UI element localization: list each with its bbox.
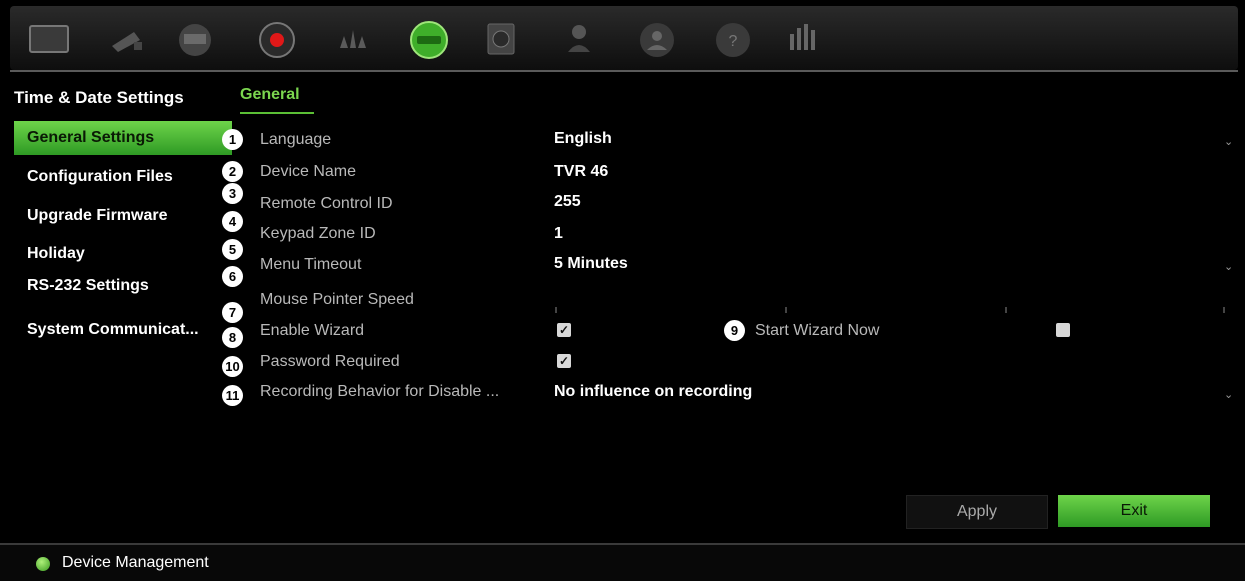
exit-icon[interactable] <box>780 16 826 62</box>
toolbar-divider <box>10 70 1238 72</box>
language-select[interactable]: English <box>554 130 612 148</box>
callout-number: 3 <box>222 183 243 204</box>
callout-number: 1 <box>222 129 243 150</box>
device-management-window: ? Time & Date Settings General Settings … <box>0 0 1245 581</box>
enable-wizard-checkbox[interactable]: ✓ <box>557 323 571 337</box>
start-wizard-now-label: Start Wizard Now <box>755 322 880 339</box>
callout-number: 6 <box>222 266 243 287</box>
recording-behavior-label: Recording Behavior for Disable ... <box>260 383 500 400</box>
recording-behavior-select[interactable]: No influence on recording <box>554 383 752 401</box>
slider-tick <box>785 307 787 313</box>
apply-button[interactable]: Apply <box>906 495 1048 529</box>
mouse-pointer-speed-slider[interactable] <box>555 307 1225 313</box>
display-icon[interactable] <box>172 16 218 62</box>
storage-icon[interactable] <box>478 16 524 62</box>
device-icon[interactable] <box>406 16 452 62</box>
monitor-icon[interactable] <box>26 16 72 62</box>
password-required-label: Password Required <box>260 353 400 370</box>
callout-number: 5 <box>222 239 243 260</box>
sidebar-item-general-settings[interactable]: General Settings <box>14 121 232 155</box>
chevron-down-icon[interactable]: ⌄ <box>1224 135 1233 148</box>
help-icon[interactable]: ? <box>710 16 756 62</box>
record-icon[interactable] <box>254 16 300 62</box>
slider-tick <box>1223 307 1225 313</box>
slider-tick <box>1005 307 1007 313</box>
menu-timeout-label: Menu Timeout <box>260 256 362 273</box>
keypad-zone-id-field[interactable]: 1 <box>554 225 563 243</box>
camera-icon[interactable] <box>104 16 150 62</box>
sidebar-item-system-communication[interactable]: System Communicat... <box>14 313 232 347</box>
alarm-icon[interactable] <box>330 16 376 62</box>
sidebar-item-time-date-settings[interactable]: Time & Date Settings <box>14 88 184 108</box>
callout-number: 2 <box>222 161 243 182</box>
svg-text:?: ? <box>729 33 738 50</box>
callout-number: 8 <box>222 327 243 348</box>
network-icon[interactable] <box>634 16 680 62</box>
callout-number: 7 <box>222 302 243 323</box>
sidebar-item-rs232-settings[interactable]: RS-232 Settings <box>14 269 232 303</box>
callout-number: 4 <box>222 211 243 232</box>
keypad-zone-id-label: Keypad Zone ID <box>260 225 376 242</box>
tab-general-underline <box>240 112 314 114</box>
menu-timeout-select[interactable]: 5 Minutes <box>554 255 628 273</box>
slider-tick <box>555 307 557 313</box>
sidebar-item-holiday[interactable]: Holiday <box>14 237 232 271</box>
status-title: Device Management <box>62 554 209 571</box>
callout-number: 11 <box>222 385 243 406</box>
status-bar: Device Management <box>0 543 1245 581</box>
sidebar-item-upgrade-firmware[interactable]: Upgrade Firmware <box>14 199 232 233</box>
remote-control-id-label: Remote Control ID <box>260 195 393 212</box>
device-name-label: Device Name <box>260 163 357 180</box>
language-label: Language <box>260 131 332 148</box>
main-toolbar: ? <box>10 6 1238 70</box>
chevron-down-icon[interactable]: ⌄ <box>1224 388 1233 401</box>
callout-number: 10 <box>222 356 243 377</box>
device-name-field[interactable]: TVR 46 <box>554 163 608 181</box>
user-icon[interactable] <box>556 16 602 62</box>
remote-control-id-field[interactable]: 255 <box>554 193 581 211</box>
enable-wizard-label: Enable Wizard <box>260 322 365 339</box>
start-wizard-now-checkbox[interactable] <box>1056 323 1070 337</box>
callout-number: 9 <box>724 320 745 341</box>
mouse-pointer-speed-label: Mouse Pointer Speed <box>260 291 414 308</box>
tab-general[interactable]: General <box>240 86 300 104</box>
chevron-down-icon[interactable]: ⌄ <box>1224 260 1233 273</box>
status-indicator-icon <box>36 557 50 571</box>
sidebar-item-configuration-files[interactable]: Configuration Files <box>14 160 232 194</box>
exit-button[interactable]: Exit <box>1058 495 1210 527</box>
password-required-checkbox[interactable]: ✓ <box>557 354 571 368</box>
